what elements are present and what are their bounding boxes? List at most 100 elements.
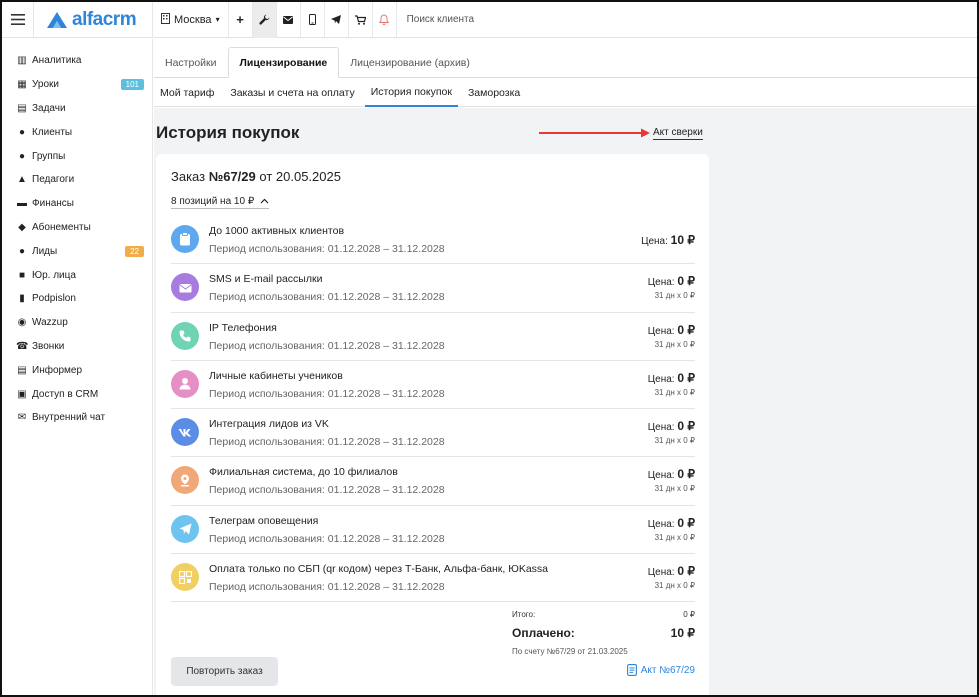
repeat-order-button[interactable]: Повторить заказ — [171, 657, 278, 686]
tag-icon: ◆ — [18, 221, 26, 233]
sidebar-item[interactable]: ● Лиды 22 — [2, 239, 152, 263]
order-title: Заказ №67/29 от 20.05.2025 — [171, 169, 341, 184]
mobile-button[interactable] — [301, 2, 325, 38]
item-price-breakdown: 31 дн x 0 ₽ — [654, 532, 695, 542]
tab-purchase-history[interactable]: История покупок — [364, 79, 458, 107]
sidebar-item[interactable]: ▲ Педагоги — [2, 168, 152, 192]
city-selector[interactable]: Москва ▾ — [153, 2, 229, 38]
settings-button[interactable] — [252, 2, 277, 38]
qr-icon — [171, 563, 199, 592]
item-name: До 1000 активных клиентов — [209, 225, 345, 237]
item-name: Личные кабинеты учеников — [209, 369, 343, 382]
sidebar-item-label: Podpislon — [32, 293, 76, 305]
tab-settings[interactable]: Настройки — [154, 47, 228, 78]
red-arrow-icon — [539, 128, 650, 138]
paid-value: 10 ₽ — [670, 626, 695, 640]
sidebar-item[interactable]: ▮ Podpislon — [2, 287, 152, 311]
phone-icon: ☎ — [16, 340, 29, 352]
document-icon — [626, 664, 637, 676]
mobile-icon — [308, 14, 316, 25]
telegram-button[interactable] — [325, 2, 349, 38]
phone-icon — [171, 321, 199, 350]
sidebar-item[interactable]: ◆ Абонементы — [2, 216, 152, 240]
item-price-label: Цена: — [647, 277, 675, 289]
sidebar-item[interactable]: ☎ Звонки — [2, 335, 152, 359]
item-price-breakdown: 31 дн x 0 ₽ — [654, 581, 695, 591]
positions-summary: 8 позиций на 10 ₽ — [171, 196, 255, 207]
item-price-breakdown: 31 дн x 0 ₽ — [654, 436, 695, 446]
sidebar-item-label: Внутренний чат — [32, 412, 106, 424]
item-price-value: 0 ₽ — [677, 274, 695, 289]
graduation-cap-icon: ▲ — [17, 174, 27, 186]
database-icon: ▤ — [17, 364, 27, 376]
item-period: Период использования: 01.12.2028 – 31.12… — [209, 291, 445, 304]
app-window: alfacrm Москва ▾ + Поиск клиента ▥ Анали… — [0, 0, 979, 697]
sidebar-item[interactable]: ▬ Финансы — [2, 192, 152, 216]
order-item: Интеграция лидов из VK Период использован… — [171, 409, 695, 458]
item-price-value: 0 ₽ — [677, 515, 695, 530]
sidebar-item[interactable]: ▣ Доступ в CRM — [2, 382, 152, 406]
order-item: Телеграм оповещения Период использования:… — [171, 506, 695, 555]
sidebar-item[interactable]: ■ Юр. лица — [2, 263, 152, 287]
item-name: IP Телефония — [209, 321, 277, 334]
lock-icon: ▣ — [17, 388, 27, 400]
tab-freeze[interactable]: Заморозка — [462, 79, 526, 107]
tab-licensing-archive[interactable]: Лицензирование (архив) — [339, 47, 481, 78]
item-name: Телеграм оповещения — [209, 514, 319, 527]
plus-icon: + — [236, 12, 244, 27]
tab-licensing[interactable]: Лицензирование — [227, 47, 340, 78]
sidebar-item[interactable]: ● Клиенты — [2, 120, 152, 144]
menu-icon[interactable] — [2, 2, 34, 38]
tab-my-plan[interactable]: Мой тариф — [154, 79, 220, 107]
client-search-input[interactable]: Поиск клиента — [397, 14, 475, 25]
sidebar-item[interactable]: ▤ Задачи — [2, 97, 152, 121]
whatsapp-icon: ◉ — [17, 317, 27, 329]
logo[interactable]: alfacrm — [34, 2, 153, 38]
positions-toggle[interactable]: 8 позиций на 10 ₽ — [171, 196, 269, 209]
sidebar-item-label: Финансы — [32, 198, 74, 210]
sidebar-item-label: Доступ в CRM — [32, 388, 99, 400]
briefcase-icon: ■ — [18, 269, 26, 281]
item-price-label: Цена: — [647, 422, 675, 434]
tab-orders-invoices[interactable]: Заказы и счета на оплату — [224, 79, 360, 107]
sidebar-item[interactable]: ◉ Wazzup — [2, 311, 152, 335]
item-price-value: 0 ₽ — [677, 370, 695, 385]
sidebar-item[interactable]: ▥ Аналитика — [2, 49, 152, 73]
act-link[interactable]: Акт №67/29 — [626, 664, 695, 676]
add-button[interactable]: + — [229, 2, 253, 38]
item-price-breakdown: 31 дн x 0 ₽ — [654, 484, 695, 494]
cart-button[interactable] — [349, 2, 373, 38]
act-link-label: Акт №67/29 — [640, 664, 695, 676]
sidebar-item[interactable]: ▦ Уроки 101 — [2, 73, 152, 97]
wrench-icon — [259, 14, 270, 25]
invoice-note: По счету №67/29 от 21.03.2025 — [512, 647, 628, 656]
envelope-icon: ✉ — [17, 412, 27, 424]
item-price-breakdown: 31 дн x 0 ₽ — [654, 291, 695, 301]
clipboard-icon — [171, 225, 199, 253]
sidebar: ▥ Аналитика ▦ Уроки 101 ▤ Задачи ● Клиенты ● Групп… — [2, 39, 153, 695]
sidebar-item-label: Аналитика — [32, 55, 82, 67]
mail-button[interactable] — [277, 2, 301, 38]
user-icon: ● — [18, 126, 26, 138]
user-plus-icon: ● — [18, 245, 26, 257]
city-label: Москва — [174, 13, 212, 26]
sidebar-item[interactable]: ● Группы — [2, 144, 152, 168]
notifications-button[interactable] — [373, 2, 397, 38]
item-price-value: 10 ₽ — [670, 233, 695, 247]
paper-plane-icon — [331, 15, 342, 24]
item-price-value: 0 ₽ — [677, 467, 695, 482]
reconciliation-act-link[interactable]: Акт сверки — [653, 127, 703, 140]
sidebar-item-label: Группы — [32, 150, 66, 162]
order-item: Личные кабинеты учеников Период использов… — [171, 361, 695, 410]
calendar-icon: ▦ — [17, 79, 27, 91]
sidebar-item-label: Звонки — [32, 340, 65, 352]
person-icon — [171, 369, 199, 398]
item-name: Оплата только по СБП (qr кодом) через Т-… — [209, 563, 549, 576]
sidebar-item[interactable]: ▤ Информер — [2, 358, 152, 382]
order-items: До 1000 активных клиентов Период использо… — [171, 216, 695, 603]
paid-row: Оплачено: 10 ₽ — [512, 624, 695, 644]
money-icon: ▬ — [17, 198, 27, 210]
count-badge: 22 — [125, 245, 144, 257]
sidebar-item[interactable]: ✉ Внутренний чат — [2, 406, 152, 430]
order-totals: Итого: 0 ₽ Оплачено: 10 ₽ По счету №67/2… — [512, 610, 695, 656]
